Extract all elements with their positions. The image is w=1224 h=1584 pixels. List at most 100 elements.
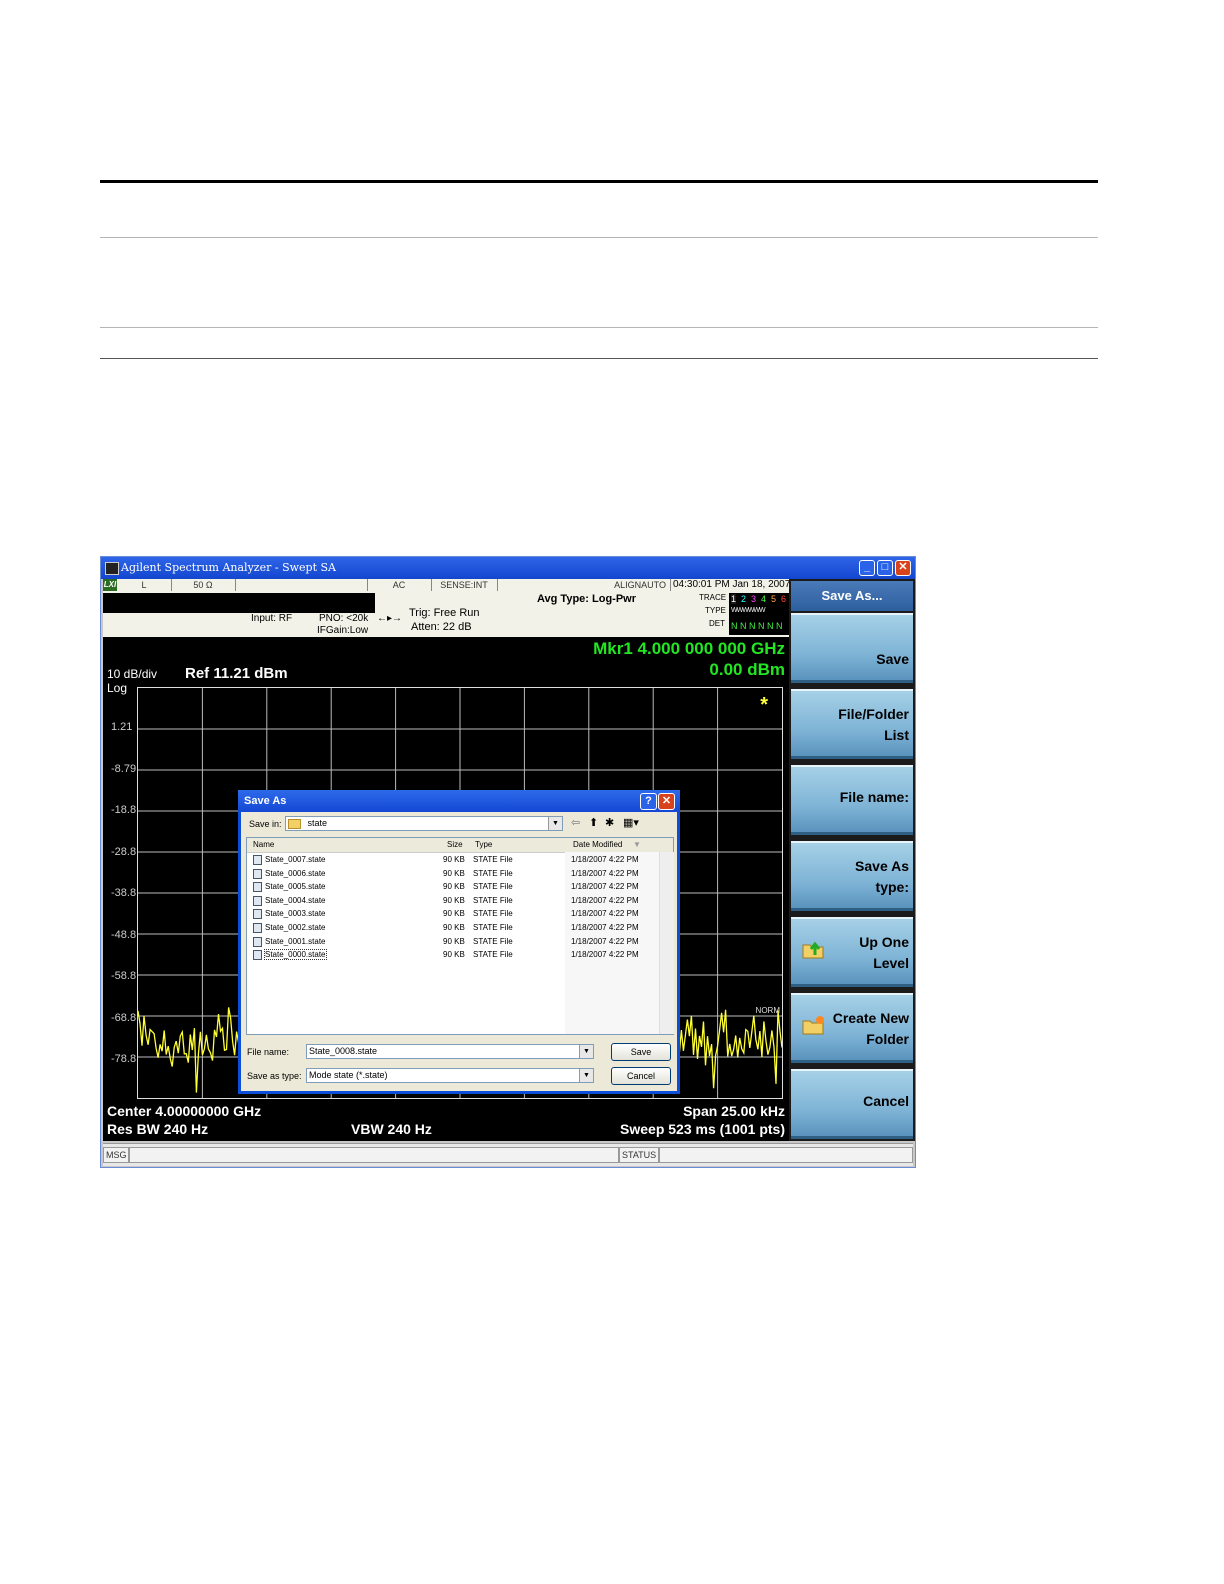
save-in-dropdown[interactable]: state ▼ <box>285 816 563 831</box>
close-button[interactable]: ✕ <box>895 560 911 576</box>
file-row[interactable]: State_0003.state 90 KB STATE File 1/18/2007… <box>247 908 659 921</box>
file-type: STATE File <box>473 936 513 946</box>
status-cell: 50 Ω <box>171 579 236 591</box>
back-icon[interactable]: ⇦ <box>571 816 580 829</box>
file-row[interactable]: State_0004.state 90 KB STATE File 1/18/2007… <box>247 895 659 908</box>
softkey-label: Folder <box>866 1031 909 1047</box>
dialog-cancel-button[interactable]: Cancel <box>611 1067 671 1085</box>
softkey-file-folder-list[interactable]: File/Folder List <box>791 689 913 759</box>
y-tick: -68.8 <box>111 1012 137 1024</box>
atten-label: Atten: 22 dB <box>411 621 472 633</box>
y-tick: -28.8 <box>111 846 137 858</box>
file-type: STATE File <box>473 909 513 919</box>
file-icon <box>253 936 262 947</box>
view-menu-icon[interactable]: ▦▾ <box>623 816 639 829</box>
file-name: State_0001.state <box>265 936 326 946</box>
header-rule-1 <box>100 237 1098 238</box>
dialog-save-button[interactable]: Save <box>611 1043 671 1061</box>
file-row[interactable]: State_0005.state 90 KB STATE File 1/18/2007… <box>247 881 659 894</box>
file-icon <box>253 909 262 920</box>
save-in-label: Save in: <box>249 819 282 829</box>
avg-type-label: Avg Type: Log-Pwr <box>537 593 636 605</box>
file-size: 90 KB <box>443 923 465 932</box>
help-button[interactable]: ? <box>640 793 657 810</box>
file-type: STATE File <box>473 855 513 864</box>
file-size: 90 KB <box>443 936 465 946</box>
trace-digit: 6 <box>781 594 787 604</box>
window-titlebar[interactable]: Agilent Spectrum Analyzer - Swept SA _ □… <box>101 557 915 579</box>
file-list-header: Name Size Type Date Modified ▼ <box>247 838 673 853</box>
trace-digit: 1 <box>731 594 737 604</box>
file-date: 1/18/2007 4:22 PM <box>571 923 639 932</box>
file-name: State_0006.state <box>265 868 326 878</box>
file-list[interactable]: Name Size Type Date Modified ▼ State_000… <box>246 837 674 1035</box>
det-label: DET <box>709 619 725 628</box>
file-row[interactable]: State_0007.state 90 KB STATE File 1/18/2007… <box>247 854 659 867</box>
maximize-button[interactable]: □ <box>877 560 893 576</box>
softkey-menu-title: Save As... <box>791 581 913 611</box>
softkey-save[interactable]: Save <box>791 613 913 683</box>
softkey-up-one-level[interactable]: Up One Level <box>791 917 913 987</box>
trigger-label: Trig: Free Run <box>409 607 480 619</box>
file-row[interactable]: State_0006.state 90 KB STATE File 1/18/2007… <box>247 868 659 881</box>
dialog-close-button[interactable]: ✕ <box>658 793 675 810</box>
file-name-value: State_0008.state <box>309 1046 378 1056</box>
file-icon <box>253 868 262 879</box>
save-type-label: Save as type: <box>247 1071 302 1081</box>
app-icon <box>105 562 119 575</box>
file-size: 90 KB <box>443 855 465 864</box>
file-size: 90 KB <box>443 950 465 960</box>
col-name[interactable]: Name <box>253 840 274 849</box>
chevron-down-icon: ▼ <box>579 1069 593 1082</box>
col-type[interactable]: Type <box>475 840 492 849</box>
status-cell: AC <box>367 579 432 591</box>
y-tick: -48.8 <box>111 929 137 941</box>
y-tick: -18.8 <box>111 804 137 816</box>
up-folder-icon <box>802 941 824 959</box>
file-date: 1/18/2007 4:22 PM <box>571 868 639 878</box>
dialog-titlebar[interactable]: Save As ? ✕ <box>238 790 680 812</box>
softkey-cancel[interactable]: Cancel <box>791 1069 913 1139</box>
scrollbar[interactable] <box>659 852 674 1034</box>
save-type-dropdown[interactable]: Mode state (*.state) ▼ <box>306 1068 594 1083</box>
file-size: 90 KB <box>443 868 465 878</box>
marker-star-icon: * <box>760 694 768 716</box>
file-name: State_0002.state <box>265 923 326 932</box>
file-row[interactable]: State_0001.state 90 KB STATE File 1/18/2007… <box>247 936 659 949</box>
spectrum-display: 10 dB/div Log Ref 11.21 dBm Mkr1 4.000 0… <box>103 637 789 1141</box>
file-size: 90 KB <box>443 882 465 892</box>
file-name: State_0007.state <box>265 855 326 864</box>
status-cell: L <box>117 579 172 591</box>
new-folder-icon[interactable]: ✱ <box>605 816 614 829</box>
file-row[interactable]: State_0000.state 90 KB STATE File 1/18/2007… <box>247 949 659 962</box>
log-label: Log <box>107 681 128 695</box>
minimize-button[interactable]: _ <box>859 560 875 576</box>
file-type: STATE File <box>473 895 513 905</box>
pno-arrow-icon: ←▸→ <box>377 613 403 624</box>
softkey-create-new-folder[interactable]: Create New Folder <box>791 993 913 1063</box>
col-size[interactable]: Size <box>447 840 463 849</box>
file-name-input[interactable]: State_0008.state ▼ <box>306 1044 594 1059</box>
save-in-value: state <box>307 818 328 828</box>
up-folder-icon[interactable]: ⬆ <box>589 816 598 829</box>
y-tick: -78.8 <box>111 1053 137 1065</box>
softkey-file-name[interactable]: File name: <box>791 765 913 835</box>
file-size: 90 KB <box>443 909 465 919</box>
file-type: STATE File <box>473 882 513 892</box>
softkey-label: Save <box>876 651 909 667</box>
softkey-save-as-type[interactable]: Save As type: <box>791 841 913 911</box>
trace-indicator: 1 2 3 4 5 6 WWWWWW N N N N N N <box>729 593 789 635</box>
file-row[interactable]: State_0002.state 90 KB STATE File 1/18/2007… <box>247 922 659 935</box>
file-name: State_0004.state <box>265 895 326 905</box>
status-cell <box>235 579 368 591</box>
file-icon <box>253 895 262 906</box>
col-date[interactable]: Date Modified <box>573 840 622 849</box>
vbw: VBW 240 Hz <box>351 1121 432 1137</box>
status-panel: LXI L 50 Ω AC SENSE:INT ALIGNAUTO 04:30:… <box>103 579 790 638</box>
softkey-label: Create New <box>832 1010 909 1026</box>
y-tick: -58.8 <box>111 970 137 982</box>
message-area <box>103 593 375 613</box>
trace-label: TRACE <box>699 593 727 602</box>
file-date: 1/18/2007 4:22 PM <box>571 855 639 864</box>
type-label: TYPE <box>705 606 726 615</box>
